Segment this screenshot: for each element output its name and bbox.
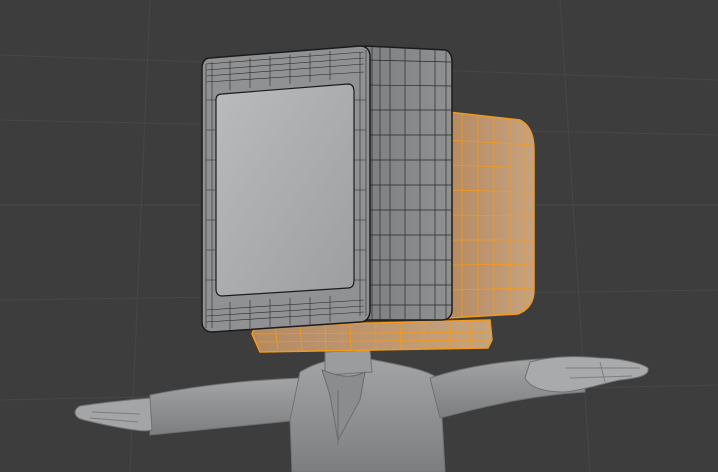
monitor-head[interactable] xyxy=(201,45,453,333)
3d-viewport[interactable] xyxy=(0,0,718,472)
body-mannequin[interactable] xyxy=(74,349,649,472)
viewport-scene[interactable] xyxy=(0,0,718,472)
left-arm xyxy=(149,377,301,436)
left-hand xyxy=(74,397,153,432)
monitor-back-housing[interactable] xyxy=(447,111,535,319)
monitor-screen xyxy=(215,83,355,297)
neck xyxy=(324,349,373,376)
torso xyxy=(289,357,446,472)
monitor-side-panel xyxy=(364,45,453,321)
